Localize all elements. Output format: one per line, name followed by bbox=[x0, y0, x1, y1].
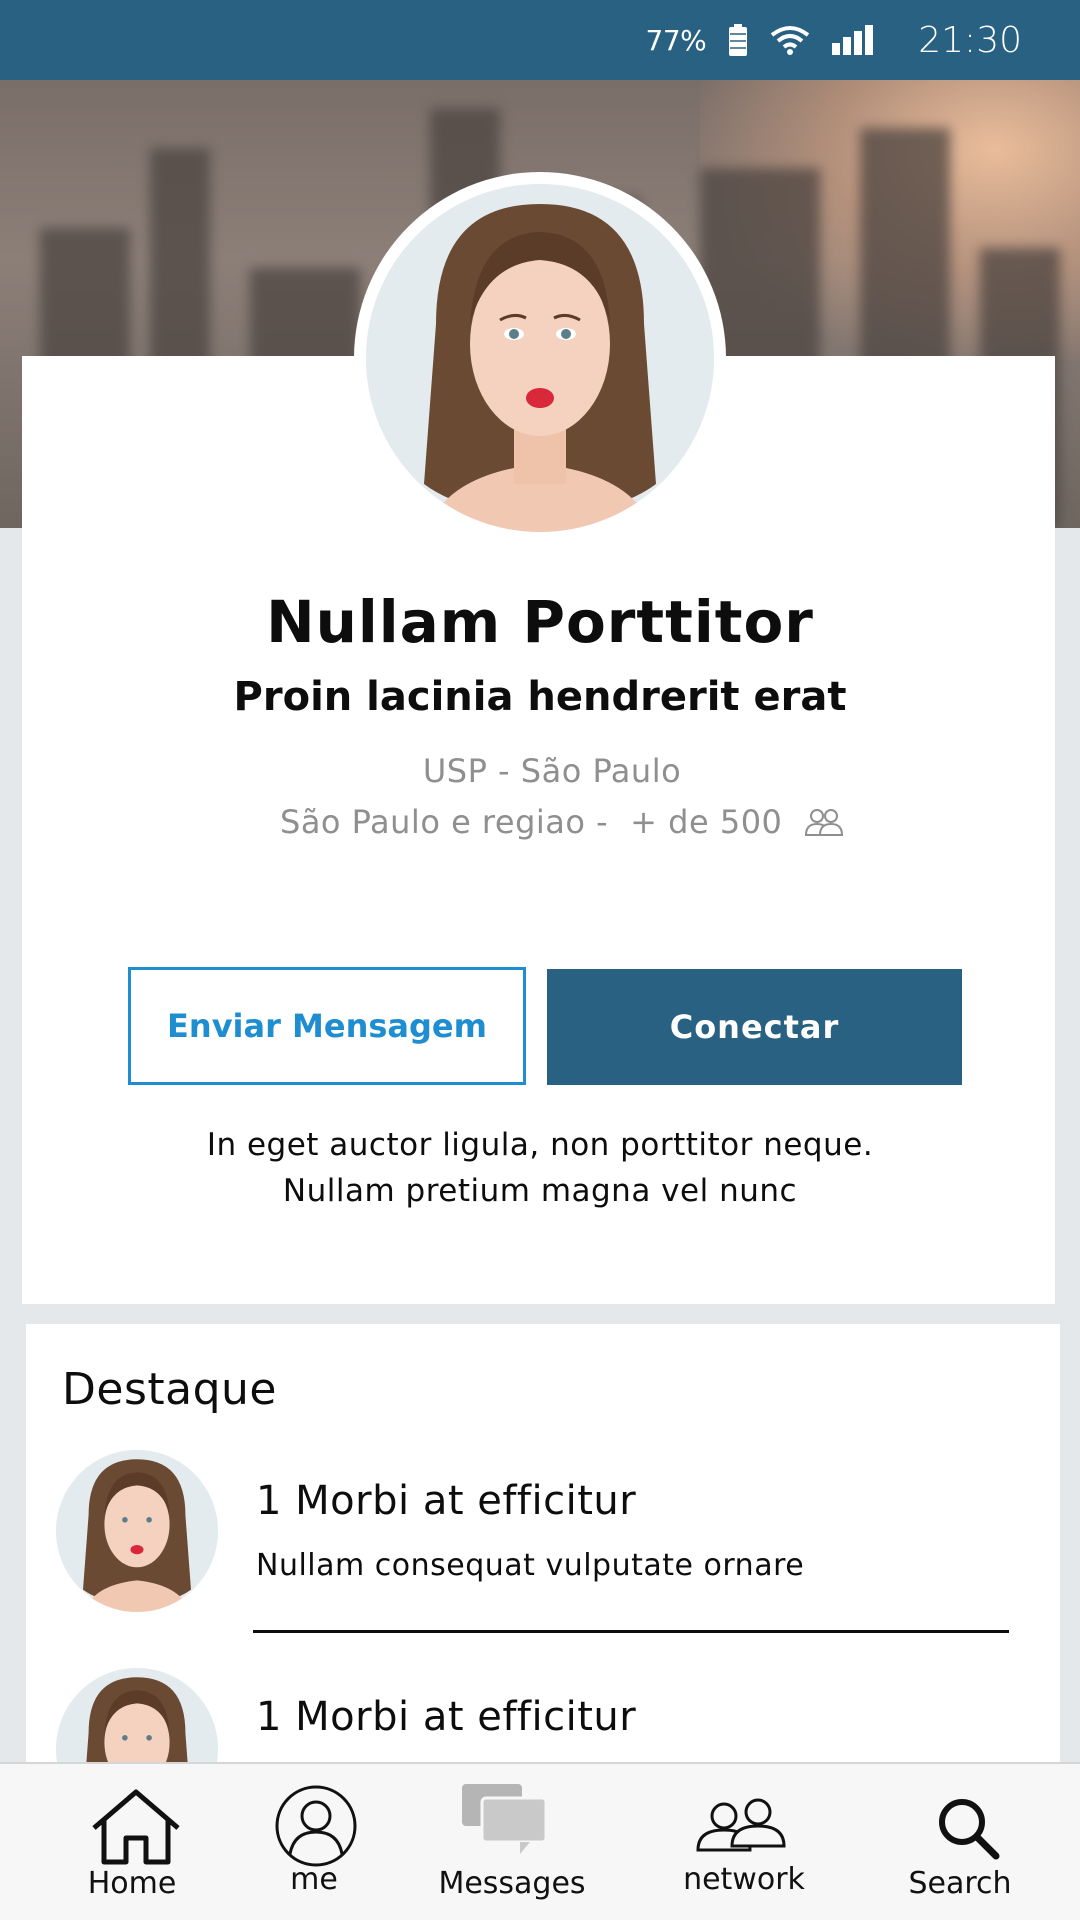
messages-icon bbox=[462, 1784, 548, 1854]
nav-home-label: Home bbox=[87, 1866, 177, 1901]
profile-summary: In eget auctor ligula, non porttitor neq… bbox=[0, 1122, 1080, 1214]
send-message-button[interactable]: Enviar Mensagem bbox=[128, 967, 526, 1085]
profile-photo bbox=[366, 184, 714, 532]
profile-location: São Paulo e regiao - bbox=[280, 803, 609, 841]
highlights-title: Destaque bbox=[62, 1364, 277, 1415]
profile-name: Nullam Porttitor bbox=[266, 588, 814, 656]
profile-icon bbox=[275, 1785, 357, 1867]
nav-network[interactable]: network bbox=[640, 1764, 850, 1920]
nav-messages[interactable]: Messages bbox=[420, 1764, 600, 1920]
battery-percent: 77% bbox=[645, 23, 707, 57]
highlight-avatar[interactable] bbox=[56, 1450, 218, 1612]
signal-icon bbox=[832, 25, 874, 55]
nav-me[interactable]: me bbox=[240, 1764, 400, 1920]
nav-search-label: Search bbox=[908, 1866, 1012, 1901]
profile-connections[interactable]: + de 500 bbox=[630, 803, 782, 841]
highlight-divider bbox=[253, 1630, 1009, 1633]
clock: 21:30 bbox=[918, 19, 1022, 61]
nav-me-label: me bbox=[290, 1862, 338, 1897]
search-icon bbox=[939, 1799, 1000, 1860]
profile-school: USP - São Paulo bbox=[422, 752, 682, 790]
nav-network-label: network bbox=[683, 1862, 805, 1897]
battery-icon bbox=[729, 24, 748, 56]
bottom-nav: Home me Messages network Search bbox=[0, 1762, 1080, 1920]
summary-line-1: In eget auctor ligula, non porttitor neq… bbox=[206, 1127, 874, 1163]
profile-location-row: São Paulo e regiao - + de 500 bbox=[280, 800, 844, 844]
summary-line-2: Nullam pretium magna vel nunc bbox=[282, 1173, 798, 1209]
highlight-item-title[interactable]: 1 Morbi at efficitur bbox=[256, 1694, 636, 1740]
home-icon bbox=[92, 1789, 180, 1865]
connect-button[interactable]: Conectar bbox=[547, 969, 962, 1085]
status-bar: 77% 21:30 bbox=[0, 0, 1080, 80]
profile-avatar[interactable] bbox=[354, 172, 726, 544]
nav-search[interactable]: Search bbox=[880, 1764, 1080, 1920]
connections-icon bbox=[805, 809, 844, 836]
nav-messages-label: Messages bbox=[438, 1866, 586, 1901]
network-icon bbox=[696, 1798, 786, 1852]
highlight-item-subtitle: Nullam consequat vulputate ornare bbox=[256, 1548, 805, 1583]
wifi-icon bbox=[771, 26, 810, 55]
highlight-item-title[interactable]: 1 Morbi at efficitur bbox=[256, 1478, 636, 1524]
profile-headline: Proin lacinia hendrerit erat bbox=[233, 674, 847, 720]
nav-home[interactable]: Home bbox=[0, 1764, 270, 1920]
